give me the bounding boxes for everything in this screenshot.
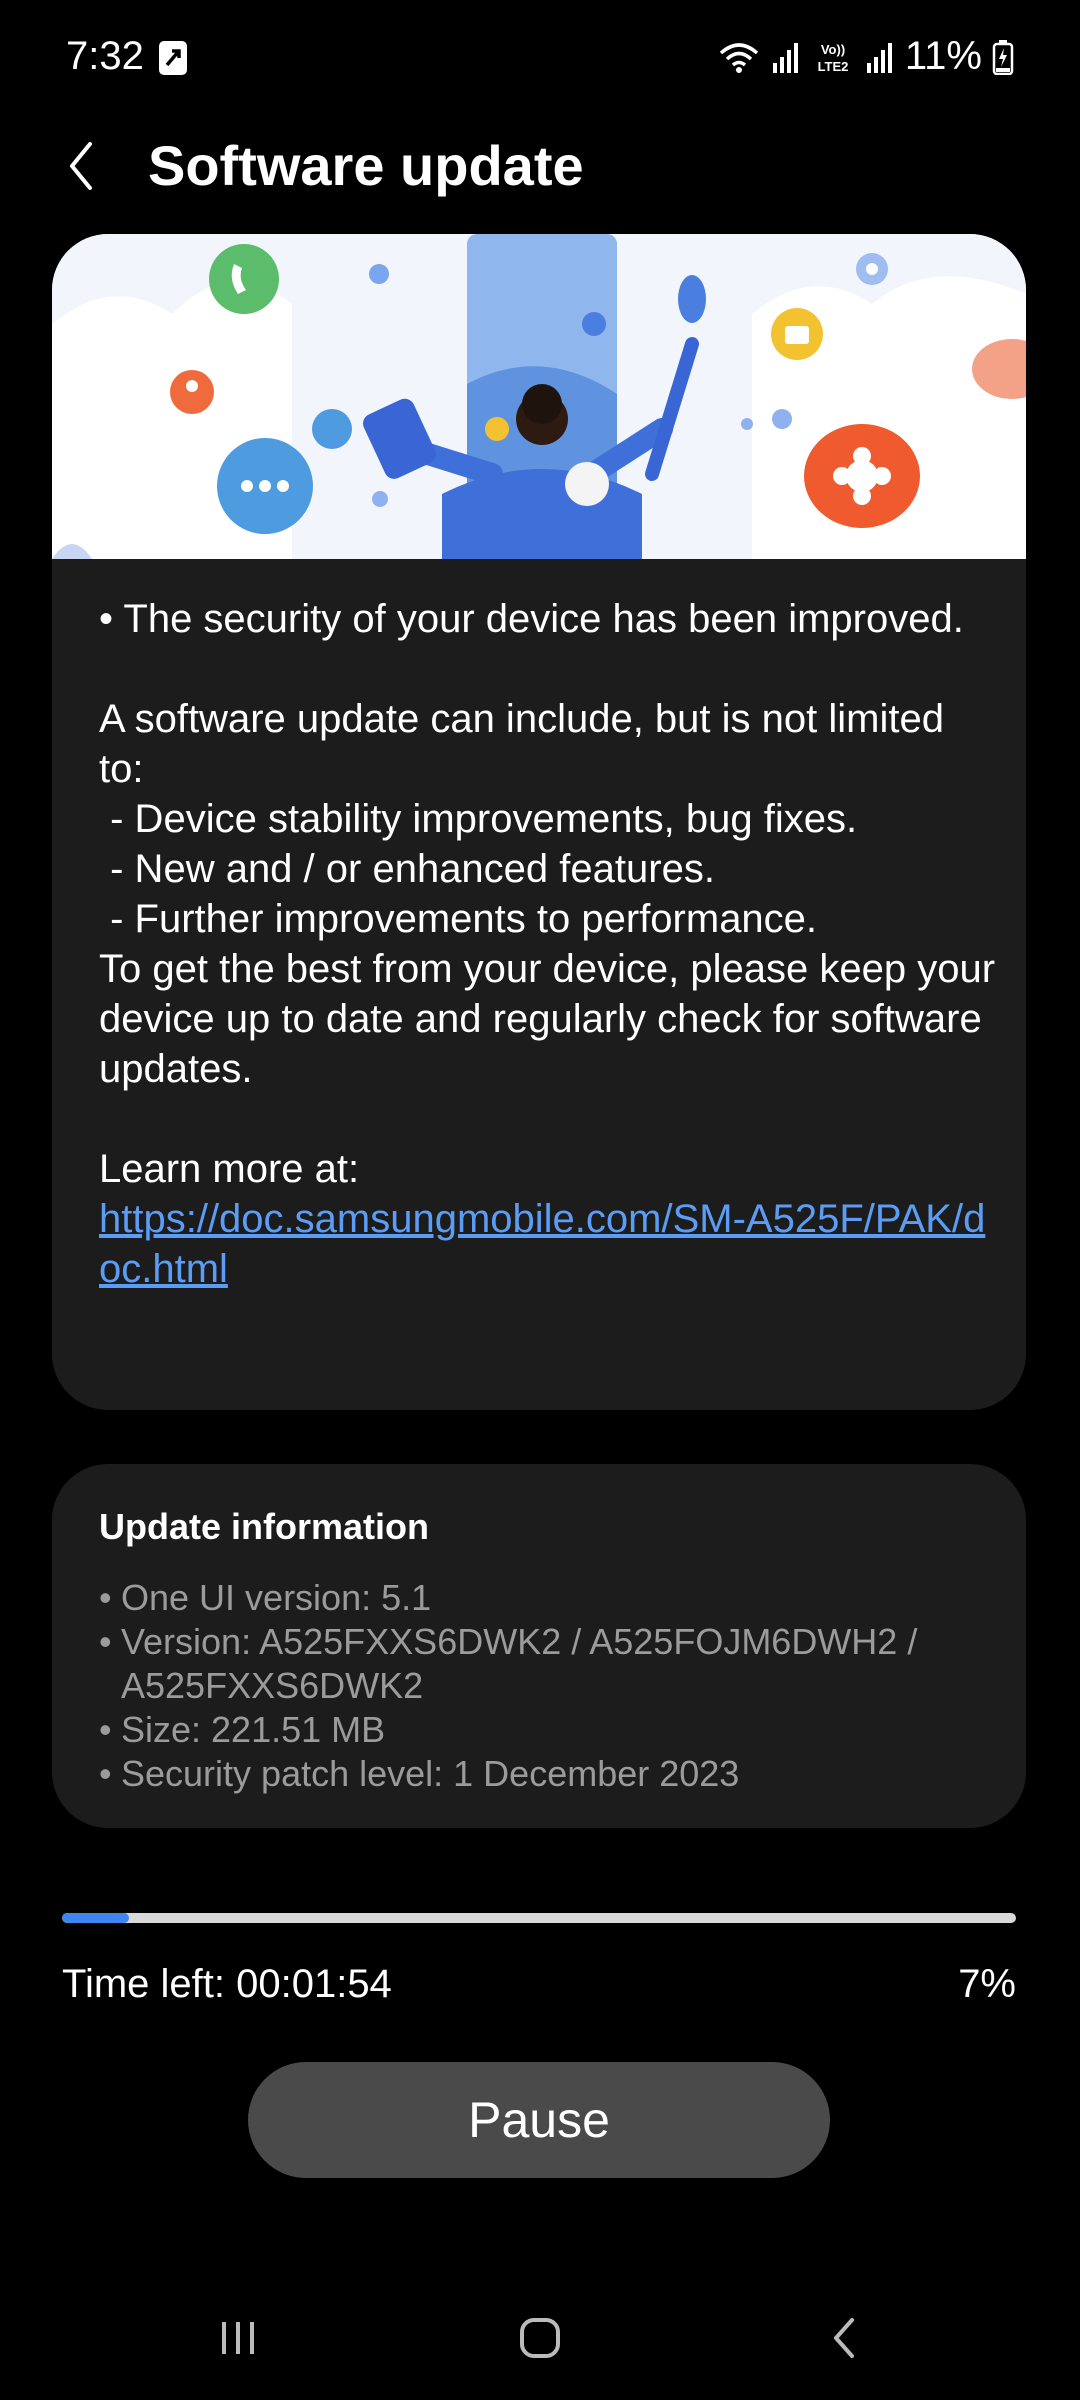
note-item: - Further improvements to performance. [99,897,818,941]
release-notes-link[interactable]: https://doc.samsungmobile.com/SM-A525F/P… [99,1197,985,1291]
home-button[interactable] [490,2298,590,2378]
download-progress-fill [62,1913,129,1923]
wifi-icon [719,42,759,73]
update-info-item: One UI version: 5.1 [99,1576,999,1620]
page-title: Software update [148,134,584,197]
note-item: - Device stability improvements, bug fix… [99,797,858,841]
update-info-item: Size: 221.51 MB [99,1708,999,1752]
learn-more-label: Learn more at: [99,1147,360,1191]
hero-illustration [52,234,1026,559]
nav-back-button[interactable] [794,2298,894,2378]
status-bar: 7:32 Vo)) LTE2 11% [0,0,1080,120]
svg-text:Vo)): Vo)) [821,42,845,57]
status-time: 7:32 [66,34,144,78]
recents-icon [222,2322,254,2354]
recents-button[interactable] [188,2298,288,2378]
update-info-item: Security patch level: 1 December 2023 [99,1752,999,1796]
update-info-card: Update information One UI version: 5.1 V… [52,1464,1026,1828]
chevron-left-icon [70,142,92,190]
navigation-bar [0,2268,1080,2400]
note-item: - New and / or enhanced features. [99,847,715,891]
security-note: • The security of your device has been i… [99,597,964,641]
progress-percent-label: 7% [958,1962,1016,2006]
keep-updated-note: To get the best from your device, please… [99,947,1007,1091]
release-notes-card: • The security of your device has been i… [52,234,1026,1410]
signal-icon [772,42,798,73]
battery-percent: 11% [904,34,982,78]
back-button[interactable] [46,130,118,202]
update-info-title: Update information [99,1506,429,1547]
volte-icon: Vo)) LTE2 [817,42,848,74]
release-notes-text: • The security of your device has been i… [99,594,999,1294]
download-progress-bar [62,1913,1016,1923]
update-info-item: Version: A525FXXS6DWK2 / A525FOJM6DWH2 /… [99,1620,999,1708]
time-left-label: Time left: 00:01:54 [62,1962,392,2006]
status-icons: Vo)) LTE2 11% [717,34,1014,79]
update-info-list: One UI version: 5.1 Version: A525FXXS6DW… [99,1576,999,1796]
battery-charging-icon [992,39,1014,75]
upload-icon [159,41,187,75]
back-icon [834,2318,854,2358]
home-icon [520,2318,560,2358]
pause-button[interactable]: Pause [248,2062,830,2178]
signal-icon-2 [866,42,892,73]
svg-text:LTE2: LTE2 [817,59,848,74]
update-intro: A software update can include, but is no… [99,697,956,791]
